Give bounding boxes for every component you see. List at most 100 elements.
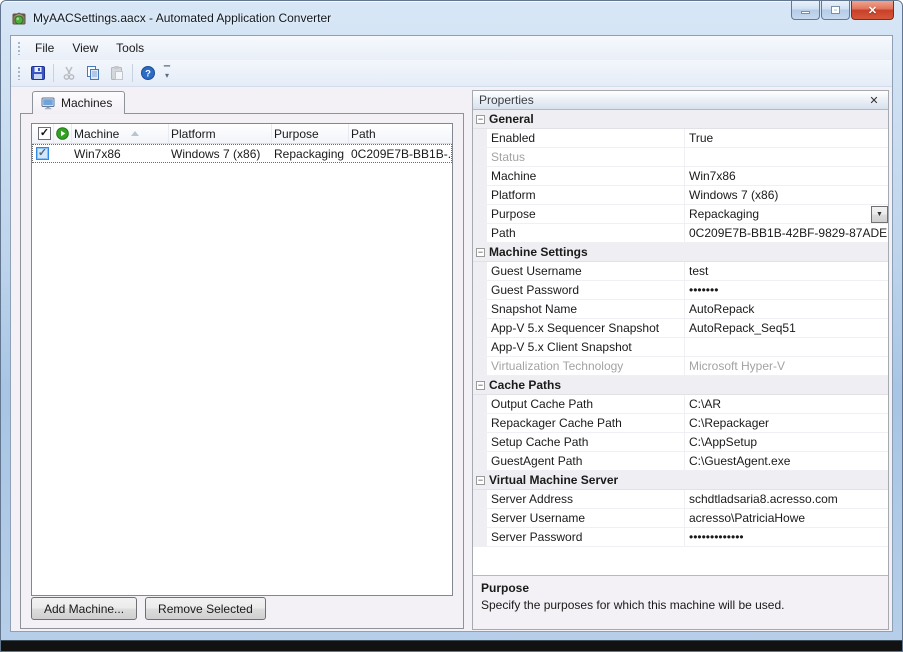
property-label: Server Address [487,490,685,508]
chevron-down-icon: ▼ [876,211,883,218]
property-row-path[interactable]: Path 0C209E7B-BB1B-42BF-9829-87ADED2E8 [473,224,888,243]
property-value[interactable]: C:\AppSetup [685,433,888,451]
help-button[interactable]: ? [136,62,160,84]
minimize-button[interactable] [791,1,820,20]
column-header-platform[interactable]: Platform [169,124,272,143]
property-row-enabled[interactable]: Enabled True [473,129,888,148]
purpose-dropdown-button[interactable]: ▼ [871,206,888,223]
category-general[interactable]: − General [473,110,888,129]
column-label: Platform [171,127,216,141]
collapse-icon[interactable]: − [476,476,485,485]
property-row-server-address[interactable]: Server Address schdtladsaria8.acresso.co… [473,490,888,509]
column-header-purpose[interactable]: Purpose [272,124,349,143]
app-package-icon [11,10,27,26]
maximize-button[interactable] [821,1,850,20]
description-text: Specify the purposes for which this mach… [481,598,880,612]
property-row-appv-sequencer-snapshot[interactable]: App-V 5.x Sequencer Snapshot AutoRepack_… [473,319,888,338]
property-row-guest-username[interactable]: Guest Username test [473,262,888,281]
paste-button [105,62,129,84]
property-value[interactable]: Windows 7 (x86) [685,186,888,204]
property-row-machine[interactable]: Machine Win7x86 [473,167,888,186]
menu-view[interactable]: View [63,38,107,58]
toolbar-separator [132,64,133,82]
panel-close-icon[interactable]: ✕ [866,94,882,107]
property-value[interactable]: acresso\PatriciaHowe [685,509,888,527]
property-row-guestagent-path[interactable]: GuestAgent Path C:\GuestAgent.exe [473,452,888,471]
property-row-server-username[interactable]: Server Username acresso\PatriciaHowe [473,509,888,528]
property-row-platform[interactable]: Platform Windows 7 (x86) [473,186,888,205]
tab-machines[interactable]: Machines [32,91,125,114]
indent [473,414,487,432]
property-value[interactable]: schdtladsaria8.acresso.com [685,490,888,508]
row-checkbox-cell: ✓ [32,147,54,160]
purpose-value: Repackaging [689,207,759,221]
collapse-icon[interactable]: − [476,248,485,257]
property-value[interactable]: test [685,262,888,280]
properties-panel-header: Properties ✕ [473,91,888,110]
property-value[interactable]: True [685,129,888,147]
machine-row-win7x86[interactable]: ✓ Win7x86 Windows 7 (x86) Repackaging 0C… [32,144,452,163]
collapse-icon[interactable]: − [476,115,485,124]
save-button[interactable] [26,62,50,84]
property-row-server-password[interactable]: Server Password ••••••••••••• [473,528,888,547]
remove-selected-button[interactable]: Remove Selected [145,597,266,620]
property-grid: − General Enabled True Status [473,110,888,575]
properties-title: Properties [479,93,534,107]
column-header-path[interactable]: Path [349,124,452,143]
close-icon: ✕ [868,4,877,17]
check-icon: ✓ [38,148,47,159]
property-value[interactable]: C:\GuestAgent.exe [685,452,888,470]
indent [473,224,487,242]
category-cache-paths[interactable]: − Cache Paths [473,376,888,395]
column-header-machine[interactable]: Machine [72,124,169,143]
property-value[interactable]: Repackaging ▼ [685,205,888,223]
property-row-guest-password[interactable]: Guest Password ••••••• [473,281,888,300]
property-value[interactable]: ••••••••••••• [685,528,888,546]
category-machine-settings[interactable]: − Machine Settings [473,243,888,262]
paste-icon [109,65,125,81]
sort-ascending-icon [131,131,139,136]
property-value[interactable] [685,338,888,356]
property-row-appv-client-snapshot[interactable]: App-V 5.x Client Snapshot [473,338,888,357]
toolbar-grip [17,66,22,80]
column-label: Purpose [274,127,319,141]
indent [473,300,487,318]
property-label: Purpose [487,205,685,223]
copy-button[interactable] [81,62,105,84]
menu-tools[interactable]: Tools [107,38,153,58]
machine-list-header: ✓ Machine Platform [32,124,452,144]
add-machine-button[interactable]: Add Machine... [31,597,137,620]
status-column-header[interactable] [54,124,72,143]
property-value[interactable]: C:\Repackager [685,414,888,432]
property-value[interactable]: 0C209E7B-BB1B-42BF-9829-87ADED2E8 [685,224,888,242]
close-button[interactable]: ✕ [851,1,894,20]
property-row-setup-cache-path[interactable]: Setup Cache Path C:\AppSetup [473,433,888,452]
property-row-repackager-cache-path[interactable]: Repackager Cache Path C:\Repackager [473,414,888,433]
indent [473,490,487,508]
property-row-snapshot-name[interactable]: Snapshot Name AutoRepack [473,300,888,319]
property-value: Microsoft Hyper-V [685,357,888,375]
property-label: Machine [487,167,685,185]
row-checkbox[interactable]: ✓ [36,147,49,160]
indent [473,167,487,185]
toolbar-overflow-button[interactable]: ▔ ▾ [160,62,174,84]
property-value[interactable]: AutoRepack_Seq51 [685,319,888,337]
property-label: Guest Username [487,262,685,280]
property-value[interactable]: AutoRepack [685,300,888,318]
property-label: Enabled [487,129,685,147]
property-label: Server Password [487,528,685,546]
indent [473,395,487,413]
property-value[interactable]: Win7x86 [685,167,888,185]
title-bar: MyAACSettings.aacx - Automated Applicati… [1,1,902,35]
property-value[interactable]: ••••••• [685,281,888,299]
menu-file[interactable]: File [26,38,63,58]
property-value[interactable]: C:\AR [685,395,888,413]
category-virtual-machine-server[interactable]: − Virtual Machine Server [473,471,888,490]
collapse-icon[interactable]: − [476,381,485,390]
property-row-purpose[interactable]: Purpose Repackaging ▼ [473,205,888,224]
indent [473,205,487,223]
property-label: Status [487,148,685,166]
select-all-column-header[interactable]: ✓ [32,124,54,143]
select-all-checkbox[interactable]: ✓ [38,127,51,140]
property-row-output-cache-path[interactable]: Output Cache Path C:\AR [473,395,888,414]
